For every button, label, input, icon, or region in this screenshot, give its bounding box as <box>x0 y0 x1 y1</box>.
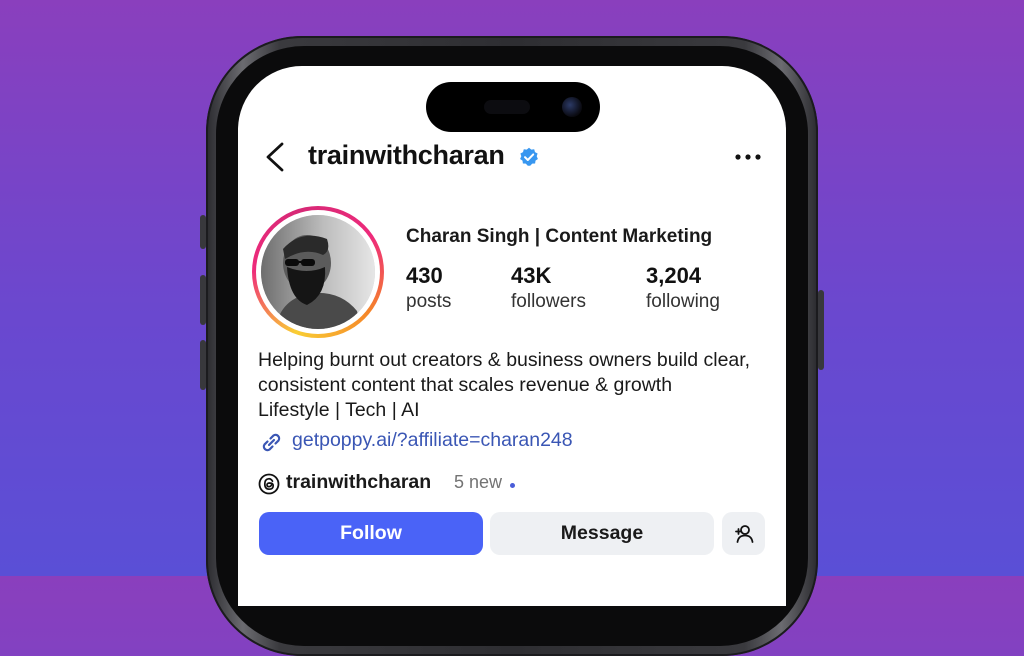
threads-handle: trainwithcharan <box>286 471 432 493</box>
bio-line: Helping burnt out creators & business ow… <box>258 349 751 371</box>
threads-new-count: 5 new <box>454 472 503 492</box>
back-button[interactable] <box>262 140 288 174</box>
stat-label: following <box>646 291 720 312</box>
stat-label: followers <box>511 291 586 312</box>
power-button <box>818 290 824 370</box>
verified-badge-icon <box>519 147 539 167</box>
bio-link-text[interactable]: getpoppy.ai/?affiliate=charan248 <box>292 429 573 452</box>
avatar-photo <box>261 215 375 329</box>
stat-following[interactable]: 3,204 following <box>646 262 720 314</box>
profile-screen: trainwithcharan Charan Singh | Content M… <box>238 66 786 606</box>
more-options-button[interactable] <box>732 142 764 172</box>
stat-value: 3,204 <box>646 263 702 288</box>
camera-lens <box>562 97 582 117</box>
threads-icon <box>258 473 280 495</box>
link-icon <box>262 433 281 452</box>
bio-line: Lifestyle | Tech | AI <box>258 399 420 421</box>
stat-posts[interactable]: 430 posts <box>406 262 451 314</box>
stat-value: 43K <box>511 263 552 288</box>
chevron-left-icon <box>266 142 284 172</box>
bio: Helping burnt out creators & business ow… <box>258 348 778 423</box>
profile-username: trainwithcharan <box>308 140 505 170</box>
message-button[interactable]: Message <box>490 512 714 555</box>
more-horizontal-icon <box>735 154 761 160</box>
add-user-icon <box>734 524 753 543</box>
sensor <box>484 100 530 114</box>
stat-label: posts <box>406 291 452 312</box>
display-name: Charan Singh | Content Marketing <box>406 226 713 247</box>
add-user-button[interactable] <box>722 512 765 555</box>
story-ring[interactable] <box>252 206 384 338</box>
new-indicator-dot <box>510 483 515 488</box>
avatar[interactable] <box>261 215 375 329</box>
dynamic-island <box>426 82 600 132</box>
follow-button[interactable]: Follow <box>259 512 483 555</box>
stat-followers[interactable]: 43K followers <box>511 262 586 314</box>
bio-line: consistent content that scales revenue &… <box>258 374 673 396</box>
stat-value: 430 <box>406 263 443 288</box>
